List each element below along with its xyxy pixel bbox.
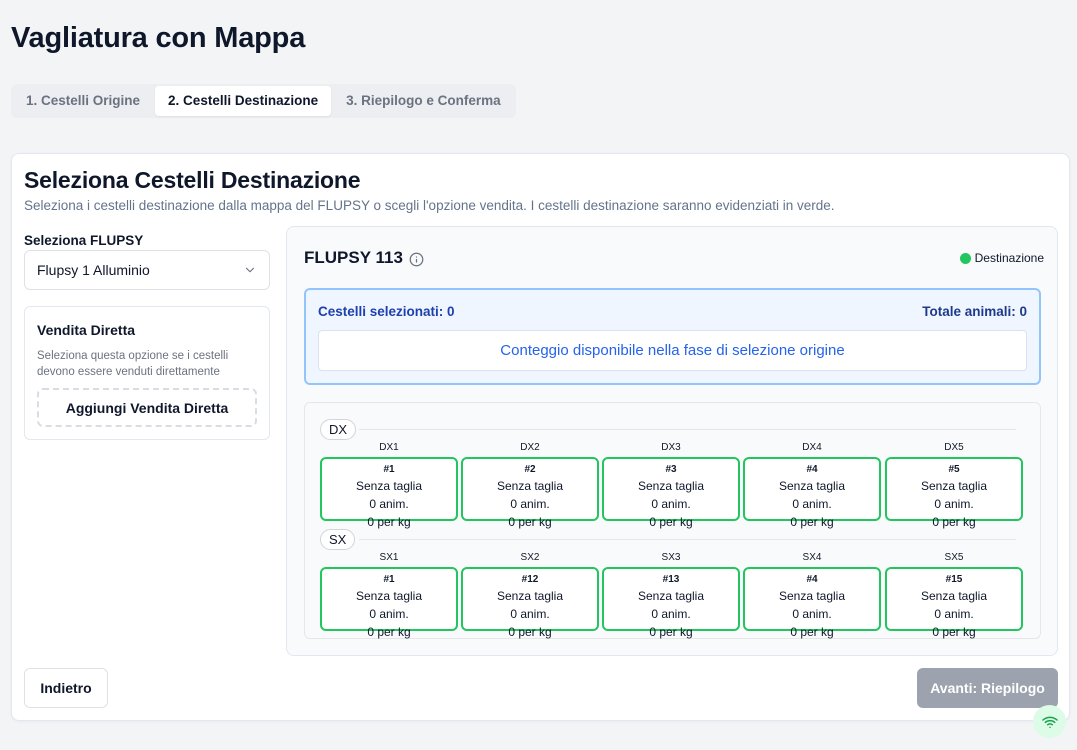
tab-cestelli-origine[interactable]: 1. Cestelli Origine [13, 86, 153, 116]
basket-per-kg: 0 per kg [932, 625, 976, 639]
selection-summary: Cestelli selezionati: 0 Totale animali: … [304, 288, 1041, 385]
basket-animals: 0 anim. [651, 497, 691, 511]
basket-number: #15 [945, 574, 963, 585]
basket-cell-sx2[interactable]: #12 Senza taglia 0 anim. 0 per kg [461, 567, 599, 639]
basket-per-kg: 0 per kg [649, 625, 693, 639]
basket-cell-sx1[interactable]: #1 Senza taglia 0 anim. 0 per kg [320, 567, 458, 639]
basket-cell-sx4[interactable]: #4 Senza taglia 0 anim. 0 per kg [743, 567, 881, 639]
flupsy-select-value: Flupsy 1 Alluminio [37, 262, 150, 278]
basket-number: #1 [383, 464, 395, 475]
basket-size: Senza taglia [355, 479, 423, 493]
basket-per-kg: 0 per kg [508, 515, 552, 529]
basket-position-label: DX1 [379, 442, 399, 453]
basket-size: Senza taglia [920, 479, 988, 493]
basket-cell-dx4[interactable]: #4 Senza taglia 0 anim. 0 per kg [743, 457, 881, 529]
basket-position-label: SX2 [520, 552, 540, 563]
basket-position-label: SX5 [944, 552, 964, 563]
total-animals: Totale animali: 0 [922, 304, 1027, 319]
basket-per-kg: 0 per kg [790, 625, 834, 639]
flupsy-map-panel: FLUPSY 113 Destinazione Cestelli selezio… [286, 226, 1058, 656]
row-label-sx: SX [320, 529, 356, 550]
basket-size: Senza taglia [637, 589, 705, 603]
basket-animals: 0 anim. [510, 497, 550, 511]
basket-animals: 0 anim. [934, 607, 974, 621]
basket-cell-dx5[interactable]: #5 Senza taglia 0 anim. 0 per kg [885, 457, 1023, 529]
basket-number: #5 [948, 464, 960, 475]
basket-animals: 0 anim. [792, 497, 832, 511]
basket-per-kg: 0 per kg [790, 515, 834, 529]
basket-animals: 0 anim. [510, 607, 550, 621]
basket-size: Senza taglia [778, 589, 846, 603]
basket-per-kg: 0 per kg [367, 515, 411, 529]
map-title-text: FLUPSY 113 [304, 248, 403, 267]
basket-position-label: SX3 [661, 552, 681, 563]
add-vendita-diretta-button[interactable]: Aggiungi Vendita Diretta [37, 388, 257, 427]
step-tabs: 1. Cestelli Origine 2. Cestelli Destinaz… [11, 84, 516, 118]
vendita-title: Vendita Diretta [37, 322, 136, 338]
basket-position-label: SX1 [379, 552, 399, 563]
basket-animals: 0 anim. [651, 607, 691, 621]
info-icon[interactable] [409, 252, 424, 267]
basket-cell-dx2[interactable]: #2 Senza taglia 0 anim. 0 per kg [461, 457, 599, 529]
basket-animals: 0 anim. [792, 607, 832, 621]
basket-animals: 0 anim. [934, 497, 974, 511]
basket-position-label: DX3 [661, 442, 681, 453]
basket-grid: DX SX DX1 #1 Senza taglia 0 anim. 0 per kg DX… [304, 402, 1041, 639]
selected-count: Cestelli selezionati: 0 [318, 304, 455, 319]
basket-number: #12 [521, 574, 539, 585]
basket-per-kg: 0 per kg [367, 625, 411, 639]
basket-cell-sx3[interactable]: #13 Senza taglia 0 anim. 0 per kg [602, 567, 740, 639]
flupsy-select[interactable]: Flupsy 1 Alluminio [24, 250, 270, 290]
basket-position-label: DX2 [520, 442, 540, 453]
basket-number: #1 [383, 574, 395, 585]
basket-cell-dx1[interactable]: #1 Senza taglia 0 anim. 0 per kg [320, 457, 458, 529]
count-message: Conteggio disponibile nella fase di sele… [318, 330, 1027, 371]
destination-card: Seleziona Cestelli Destinazione Selezion… [11, 153, 1070, 721]
connection-status[interactable] [1033, 705, 1066, 738]
basket-per-kg: 0 per kg [649, 515, 693, 529]
vendita-diretta-panel: Vendita Diretta Seleziona questa opzione… [24, 306, 270, 440]
tab-riepilogo-conferma[interactable]: 3. Riepilogo e Conferma [333, 86, 514, 116]
legend-dot-icon [959, 252, 971, 264]
legend: Destinazione [959, 251, 1044, 265]
tab-cestelli-destinazione[interactable]: 2. Cestelli Destinazione [155, 86, 332, 116]
legend-label: Destinazione [974, 251, 1044, 265]
basket-per-kg: 0 per kg [932, 515, 976, 529]
row-divider [359, 429, 1016, 430]
basket-size: Senza taglia [920, 589, 988, 603]
basket-size: Senza taglia [496, 479, 564, 493]
next-riepilogo-button[interactable]: Avanti: Riepilogo [917, 668, 1058, 708]
basket-number: #13 [662, 574, 680, 585]
basket-animals: 0 anim. [369, 497, 409, 511]
basket-position-label: DX5 [944, 442, 964, 453]
chevron-down-icon [245, 267, 255, 273]
vendita-description: Seleziona questa opzione se i cestelli d… [37, 350, 229, 378]
basket-size: Senza taglia [496, 589, 564, 603]
basket-number: #4 [806, 464, 818, 475]
basket-cell-sx5[interactable]: #15 Senza taglia 0 anim. 0 per kg [885, 567, 1023, 639]
card-title: Seleziona Cestelli Destinazione [24, 167, 361, 193]
page-title: Vagliatura con Mappa [11, 22, 306, 54]
basket-per-kg: 0 per kg [508, 625, 552, 639]
row-label-dx: DX [320, 419, 357, 440]
back-button[interactable]: Indietro [24, 668, 108, 708]
map-title: FLUPSY 113 [304, 248, 424, 268]
basket-position-label: SX4 [802, 552, 822, 563]
wifi-icon [1041, 716, 1058, 728]
basket-position-label: DX4 [802, 442, 822, 453]
basket-animals: 0 anim. [369, 607, 409, 621]
basket-size: Senza taglia [637, 479, 705, 493]
basket-size: Senza taglia [778, 479, 846, 493]
basket-cell-dx3[interactable]: #3 Senza taglia 0 anim. 0 per kg [602, 457, 740, 529]
card-description: Seleziona i cestelli destinazione dalla … [24, 198, 835, 213]
row-divider [359, 539, 1016, 540]
basket-number: #4 [806, 574, 818, 585]
basket-number: #2 [524, 464, 536, 475]
basket-number: #3 [665, 464, 677, 475]
flupsy-select-label: Seleziona FLUPSY [24, 233, 144, 248]
basket-size: Senza taglia [355, 589, 423, 603]
